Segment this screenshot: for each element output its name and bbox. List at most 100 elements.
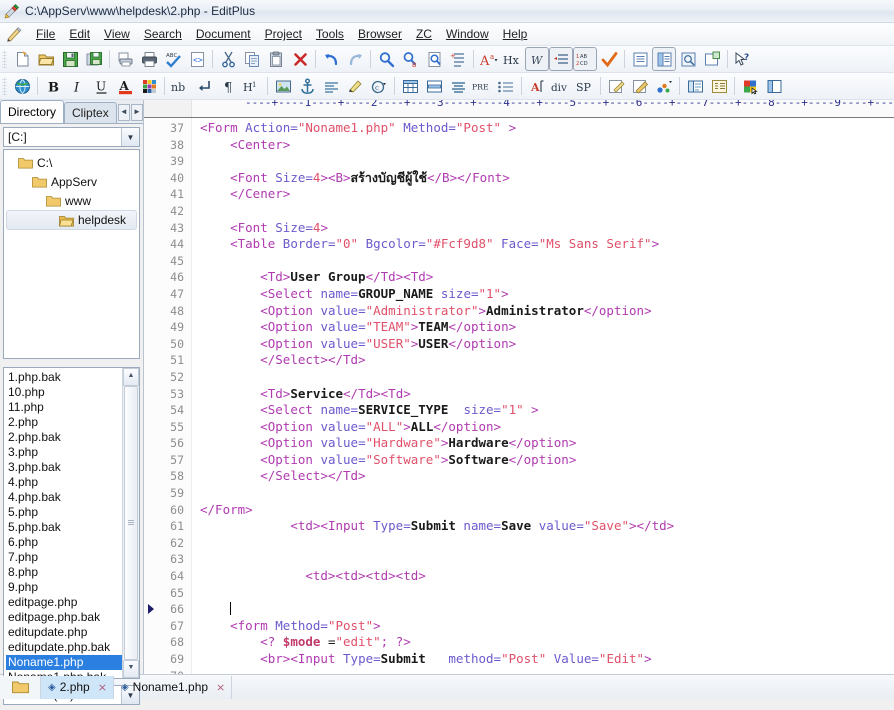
anchor-icon[interactable]	[296, 75, 318, 97]
view-source-icon[interactable]: <>	[186, 48, 208, 70]
document-window-icon[interactable]	[629, 48, 651, 70]
file-list-item[interactable]: 1.php.bak	[6, 370, 122, 385]
code-line[interactable]	[200, 203, 894, 220]
directory-tree[interactable]: C:\ AppServ www helpdesk	[3, 149, 140, 359]
code-line[interactable]: </Select></Td>	[200, 352, 894, 369]
align-left-icon[interactable]	[320, 75, 342, 97]
heading-icon[interactable]: H1	[241, 75, 263, 97]
context-help-icon[interactable]: ?	[732, 48, 754, 70]
menu-file[interactable]: File	[29, 24, 62, 44]
code-line[interactable]: <Td>User Group</Td><Td>	[200, 269, 894, 286]
code-line[interactable]	[200, 551, 894, 568]
span-tag-icon[interactable]: SP	[574, 75, 596, 97]
save-all-icon[interactable]	[83, 48, 105, 70]
underline-icon[interactable]: U	[90, 75, 112, 97]
replace-icon[interactable]: B	[399, 48, 421, 70]
check-mark-icon[interactable]	[598, 48, 620, 70]
copy-icon[interactable]	[241, 48, 263, 70]
spellcheck-icon[interactable]: ABC	[162, 48, 184, 70]
file-list-item[interactable]: editpage.php.bak	[6, 610, 122, 625]
file-list-item[interactable]: 3.php	[6, 445, 122, 460]
menu-view[interactable]: View	[97, 24, 137, 44]
scrollbar-track[interactable]	[123, 386, 139, 660]
code-line[interactable]: <Select name=SERVICE_TYPE size="1" >	[200, 402, 894, 419]
file-list-item[interactable]: 4.php	[6, 475, 122, 490]
code-line[interactable]: <Option value="Hardware">Hardware</optio…	[200, 435, 894, 452]
bold-icon[interactable]: B	[42, 75, 64, 97]
code-line[interactable]: <form Method="Post">	[200, 618, 894, 635]
font-size-icon[interactable]: Aa	[478, 48, 500, 70]
code-line[interactable]: <Form Action="Noname1.php" Method="Post"…	[200, 120, 894, 137]
preview-window-icon[interactable]	[677, 48, 699, 70]
form-field-icon[interactable]	[684, 75, 706, 97]
file-list-item[interactable]: editpage.php	[6, 595, 122, 610]
code-line[interactable]	[200, 601, 894, 618]
form-list-icon[interactable]	[708, 75, 730, 97]
code-line[interactable]: </Form>	[200, 502, 894, 519]
code-line[interactable]	[200, 668, 894, 674]
code-line[interactable]	[200, 369, 894, 386]
code-line[interactable]	[200, 153, 894, 170]
delete-icon[interactable]	[289, 48, 311, 70]
script-icon[interactable]	[653, 75, 675, 97]
code-line[interactable]: </Cener>	[200, 186, 894, 203]
sidebar-tab-next-button[interactable]: ►	[130, 104, 143, 121]
toggle-markers-icon[interactable]: 1 AB 2 CD	[573, 47, 597, 71]
toolbar-grip[interactable]	[2, 77, 7, 95]
paste-icon[interactable]	[265, 48, 287, 70]
hex-view-icon[interactable]: Hx	[502, 48, 524, 70]
file-list[interactable]: 1.php.bak 10.php 11.php 2.php 2.php.bak …	[4, 368, 122, 678]
scrollbar-thumb[interactable]	[124, 386, 138, 660]
open-file-icon[interactable]	[35, 48, 57, 70]
copyright-icon[interactable]: c	[368, 75, 390, 97]
find-in-files-icon[interactable]	[423, 48, 445, 70]
folder-button[interactable]	[0, 675, 41, 699]
code-line[interactable]: <Option value="Software">Software</optio…	[200, 452, 894, 469]
insert-table-icon[interactable]	[399, 75, 421, 97]
menu-zc[interactable]: ZC	[409, 24, 439, 44]
div-tag-icon[interactable]: div	[550, 75, 572, 97]
code-line[interactable]: <Option value="TEAM">TEAM</option>	[200, 319, 894, 336]
menu-search[interactable]: Search	[137, 24, 189, 44]
file-list-item[interactable]: 5.php	[6, 505, 122, 520]
redo-icon[interactable]	[344, 48, 366, 70]
file-list-item-selected[interactable]: Noname1.php	[6, 655, 122, 670]
chevron-down-icon[interactable]: ▼	[121, 128, 139, 146]
close-icon[interactable]: ⨯	[98, 681, 107, 694]
close-icon[interactable]: ⨯	[216, 681, 225, 694]
split-window-icon[interactable]	[652, 47, 676, 71]
paragraph-icon[interactable]: ¶	[217, 75, 239, 97]
file-list-item[interactable]: 4.php.bak	[6, 490, 122, 505]
edit-note-icon[interactable]	[605, 75, 627, 97]
layout-panel-icon[interactable]	[763, 75, 785, 97]
code-line[interactable]: <Option value="Administrator">Administra…	[200, 303, 894, 320]
print-icon[interactable]	[138, 48, 160, 70]
menu-browser[interactable]: Browser	[351, 24, 409, 44]
file-list-item[interactable]: 9.php	[6, 580, 122, 595]
save-file-icon[interactable]	[59, 48, 81, 70]
toolbar-grip[interactable]	[2, 50, 7, 68]
menu-help[interactable]: Help	[496, 24, 535, 44]
insert-image-icon[interactable]	[272, 75, 294, 97]
tree-node-appserv[interactable]: AppServ	[4, 172, 139, 191]
cut-icon[interactable]	[217, 48, 239, 70]
code-line[interactable]: </Select></Td>	[200, 468, 894, 485]
new-file-icon[interactable]	[11, 48, 33, 70]
code-line[interactable]: <Option value="USER">USER</option>	[200, 336, 894, 353]
color-palette-icon[interactable]	[138, 75, 160, 97]
menu-project[interactable]: Project	[258, 24, 309, 44]
table-row-icon[interactable]	[423, 75, 445, 97]
tree-node-root[interactable]: C:\	[4, 153, 139, 172]
file-list-item[interactable]: 8.php	[6, 565, 122, 580]
document-tab-2php[interactable]: ◈ 2.php ⨯	[41, 675, 114, 699]
code-line[interactable]: <? $mode ="edit"; ?>	[200, 634, 894, 651]
undo-icon[interactable]	[320, 48, 342, 70]
font-color-icon[interactable]: A	[114, 75, 136, 97]
sidebar-tab-prev-button[interactable]: ◄	[117, 104, 130, 121]
color-picker-icon[interactable]	[739, 75, 761, 97]
code-line[interactable]: <Font Size=4>	[200, 220, 894, 237]
sidebar-tab-cliptext[interactable]: Cliptex	[64, 102, 117, 123]
pre-tag-icon[interactable]: PRE	[471, 75, 493, 97]
menu-document[interactable]: Document	[189, 24, 258, 44]
document-tab-noname1php[interactable]: ◈ Noname1.php ⨯	[114, 675, 233, 699]
